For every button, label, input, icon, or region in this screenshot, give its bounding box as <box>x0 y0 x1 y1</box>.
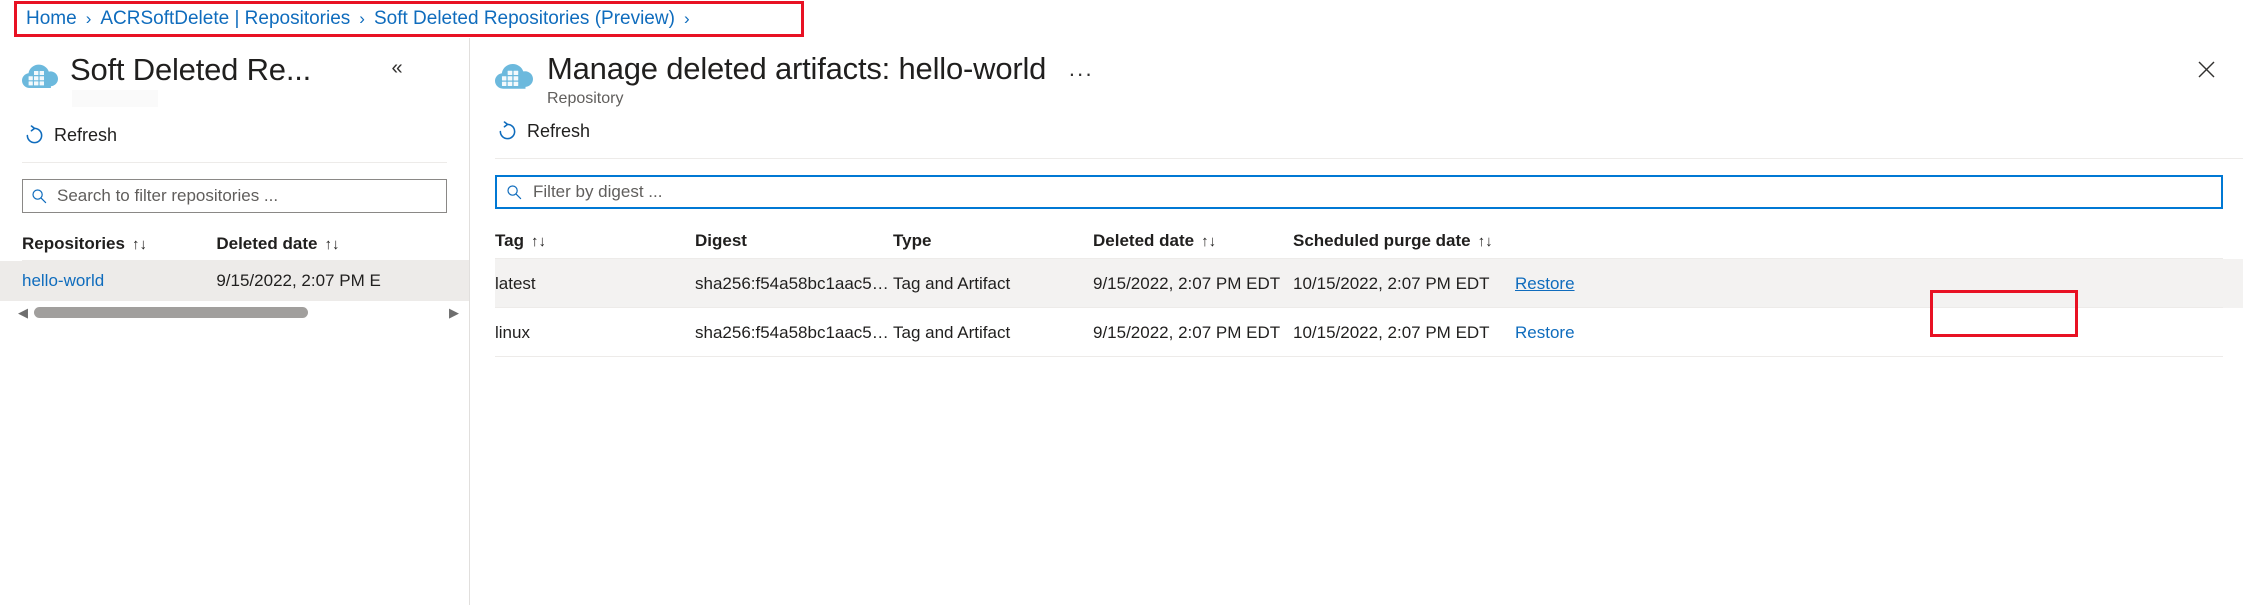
chevron-double-left-icon: « <box>391 57 402 80</box>
search-repositories-input[interactable] <box>55 185 438 207</box>
horizontal-scrollbar[interactable]: ◀ ▶ <box>0 301 469 323</box>
collapse-blade-button[interactable]: « <box>383 54 411 82</box>
column-header-deleted-date-label: Deleted date <box>1093 231 1194 251</box>
filter-by-digest-box[interactable] <box>495 175 2223 209</box>
column-header-repositories-label: Repositories <box>22 234 125 254</box>
azure-portal-screen: Home › ACRSoftDelete | Repositories › So… <box>0 0 2243 605</box>
artifact-scheduled-purge-date: 10/15/2022, 2:07 PM EDT <box>1293 274 1515 294</box>
main-command-bar: Refresh <box>471 110 2243 152</box>
scrollbar-thumb[interactable] <box>34 307 308 318</box>
container-registry-icon <box>22 60 58 90</box>
main-divider <box>495 158 2243 159</box>
column-header-scheduled-purge-date-label: Scheduled purge date <box>1293 231 1471 251</box>
breadcrumb-separator-icon: › <box>86 9 92 29</box>
artifact-scheduled-purge-date: 10/15/2022, 2:07 PM EDT <box>1293 323 1515 343</box>
column-header-type-label: Type <box>893 231 931 251</box>
sidebar-divider <box>22 162 447 163</box>
page-title: Manage deleted artifacts: hello-world <box>547 50 1046 88</box>
column-header-scheduled-purge-date[interactable]: Scheduled purge date ↑↓ <box>1293 231 1515 251</box>
repository-name-link[interactable]: hello-world <box>22 271 216 291</box>
deleted-artifacts-table: Tag ↑↓ Digest Type Deleted date ↑↓ Sched… <box>471 223 2243 357</box>
row-underline <box>495 356 2223 357</box>
search-icon <box>31 188 47 204</box>
breadcrumb: Home › ACRSoftDelete | Repositories › So… <box>26 8 699 30</box>
table-row[interactable]: linux sha256:f54a58bc1aac5ea1a25... Tag … <box>495 308 2243 357</box>
column-header-deleted-date-label: Deleted date <box>216 234 317 254</box>
repositories-table-header: Repositories ↑↓ Deleted date ↑↓ <box>0 227 469 261</box>
table-row[interactable]: hello-world 9/15/2022, 2:07 PM E <box>0 261 469 301</box>
artifact-action-cell: Restore <box>1515 323 1675 343</box>
refresh-icon <box>24 125 45 146</box>
sidebar-refresh-label: Refresh <box>54 125 117 146</box>
column-header-tag-label: Tag <box>495 231 524 251</box>
scroll-left-arrow-icon[interactable]: ◀ <box>18 306 28 319</box>
breadcrumb-bar: Home › ACRSoftDelete | Repositories › So… <box>0 0 2243 38</box>
sort-arrows-icon: ↑↓ <box>324 236 339 253</box>
restore-link-row-0[interactable]: Restore <box>1515 274 1575 293</box>
search-repositories-box[interactable] <box>22 179 447 213</box>
table-row[interactable]: latest sha256:f54a58bc1aac5ea1a25... Tag… <box>495 259 2243 308</box>
artifact-digest: sha256:f54a58bc1aac5ea1a25... <box>695 323 893 343</box>
artifact-deleted-date: 9/15/2022, 2:07 PM EDT <box>1093 274 1293 294</box>
page-subtitle: Repository <box>547 90 1046 108</box>
close-blade-button[interactable] <box>2191 54 2221 84</box>
refresh-icon <box>497 121 518 142</box>
artifact-tag: linux <box>495 323 695 343</box>
column-header-deleted-date[interactable]: Deleted date ↑↓ <box>216 234 469 254</box>
artifact-digest: sha256:f54a58bc1aac5ea1a25... <box>695 274 893 294</box>
column-header-digest[interactable]: Digest <box>695 231 893 251</box>
main-header: Manage deleted artifacts: hello-world Re… <box>471 38 2243 110</box>
main-refresh-label: Refresh <box>527 121 590 142</box>
repository-deleted-date: 9/15/2022, 2:07 PM E <box>216 271 469 291</box>
header-underline <box>22 260 469 261</box>
breadcrumb-item-acrsoftdelete-repositories[interactable]: ACRSoftDelete | Repositories <box>100 8 350 30</box>
column-header-digest-label: Digest <box>695 231 747 251</box>
sidebar-header: Soft Deleted Re... « <box>0 38 469 104</box>
repositories-table: Repositories ↑↓ Deleted date ↑↓ hello-wo… <box>0 227 469 323</box>
artifact-tag: latest <box>495 274 695 294</box>
column-header-deleted-date[interactable]: Deleted date ↑↓ <box>1093 231 1293 251</box>
sidebar-command-bar: Refresh <box>0 114 469 156</box>
artifact-deleted-date: 9/15/2022, 2:07 PM EDT <box>1093 323 1293 343</box>
search-icon <box>506 184 522 200</box>
more-options-button[interactable]: ··· <box>1068 64 1093 84</box>
column-header-tag[interactable]: Tag ↑↓ <box>495 231 695 251</box>
sidebar-refresh-button[interactable]: Refresh <box>22 121 125 150</box>
column-header-repositories[interactable]: Repositories ↑↓ <box>22 234 216 254</box>
breadcrumb-separator-icon: › <box>359 9 365 29</box>
sidebar-title-block: Soft Deleted Re... <box>70 52 311 88</box>
sort-arrows-icon: ↑↓ <box>1201 233 1216 250</box>
restore-link-row-1[interactable]: Restore <box>1515 323 1575 342</box>
main-refresh-button[interactable]: Refresh <box>495 117 598 146</box>
column-header-type[interactable]: Type <box>893 231 1093 251</box>
artifact-action-cell: Restore <box>1515 274 1675 294</box>
soft-deleted-repositories-blade: Soft Deleted Re... « Refresh <box>0 38 470 605</box>
manage-deleted-artifacts-blade: Manage deleted artifacts: hello-world Re… <box>471 38 2243 605</box>
sidebar-resource-subtitle <box>72 90 158 107</box>
breadcrumb-item-soft-deleted-repositories[interactable]: Soft Deleted Repositories (Preview) <box>374 8 675 30</box>
sidebar-page-title: Soft Deleted Re... <box>70 52 311 88</box>
close-icon <box>2197 60 2216 79</box>
main-title-block: Manage deleted artifacts: hello-world Re… <box>547 50 1046 108</box>
scrollbar-track[interactable] <box>34 307 443 318</box>
breadcrumb-separator-icon: › <box>684 9 690 29</box>
sort-arrows-icon: ↑↓ <box>1478 233 1493 250</box>
filter-by-digest-input[interactable] <box>531 181 2212 203</box>
breadcrumb-item-home[interactable]: Home <box>26 8 77 30</box>
artifact-type: Tag and Artifact <box>893 274 1093 294</box>
scroll-right-arrow-icon[interactable]: ▶ <box>449 306 459 319</box>
sort-arrows-icon: ↑↓ <box>531 233 546 250</box>
artifact-type: Tag and Artifact <box>893 323 1093 343</box>
sort-arrows-icon: ↑↓ <box>132 236 147 253</box>
container-registry-icon <box>495 59 533 91</box>
artifacts-table-header: Tag ↑↓ Digest Type Deleted date ↑↓ Sched… <box>495 223 2243 259</box>
